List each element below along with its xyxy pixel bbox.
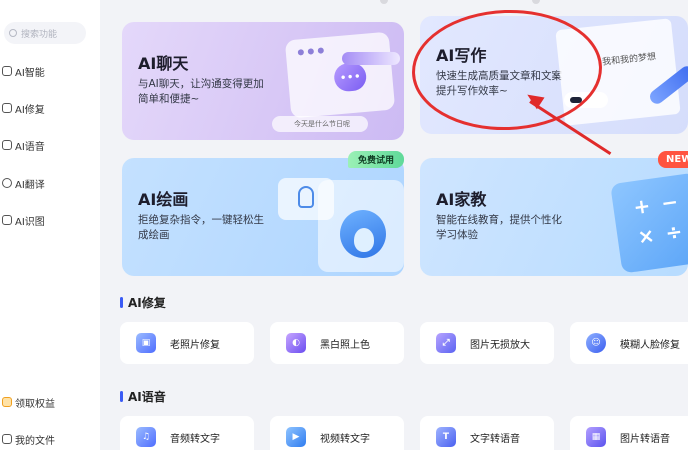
sidebar-item-ai-translate[interactable]: AI翻译 [0, 172, 96, 194]
tool-label: 图片转语音 [620, 433, 670, 445]
free-trial-badge: 免费试用 [348, 151, 404, 168]
section-title-text: AI语音 [128, 390, 166, 404]
card-desc-line2: 成绘画 [138, 229, 170, 241]
tool-video-to-text[interactable]: ▶ 视频转文字 [270, 416, 404, 450]
section-title-ai-repair: AI修复 [120, 294, 166, 311]
ai-repair-icon [2, 103, 12, 113]
face-restore-icon: ☺ [586, 333, 606, 353]
sidebar-item-label: AI智能 [15, 67, 45, 79]
sidebar-item-label: AI识图 [15, 216, 45, 228]
tool-label: 视频转文字 [320, 433, 370, 445]
tool-image-to-speech[interactable]: ▦ 图片转语音 [570, 416, 688, 450]
tool-colorize[interactable]: ◐ 黑白照上色 [270, 322, 404, 364]
chat-message-decoration [342, 52, 400, 65]
tool-text-to-speech[interactable]: T 文字转语音 [420, 416, 554, 450]
times-icon: × [636, 222, 657, 249]
drawing-illustration [318, 180, 404, 272]
window-control-icon[interactable] [532, 0, 540, 4]
ai-recognize-icon [2, 215, 12, 225]
ai-voice-icon [2, 140, 12, 150]
tool-label: 黑白照上色 [320, 339, 370, 351]
card-desc-line2: 简单和便捷~ [138, 93, 200, 105]
gift-icon [2, 397, 12, 407]
chat-illustration: ••• [284, 31, 396, 119]
sidebar-item-label: AI语音 [15, 141, 45, 153]
sidebar-item-ai-recognize[interactable]: AI识图 [0, 209, 96, 231]
ai-drawing-card[interactable]: AI绘画 拒绝复杂指令，一键轻松生 成绘画 [122, 158, 404, 276]
sidebar-item-my-files[interactable]: 我的文件 [0, 428, 96, 450]
portrait-head [340, 210, 386, 258]
card-title: AI家教 [436, 190, 487, 209]
sidebar-item-label: AI修复 [15, 104, 45, 116]
top-bar [100, 0, 688, 10]
card-desc-line1: 拒绝复杂指令，一键轻松生 [138, 214, 264, 226]
person-icon [298, 186, 314, 208]
sidebar-item-ai-repair[interactable]: AI修复 [0, 97, 96, 119]
video-to-text-icon: ▶ [286, 427, 306, 447]
dot-icon [317, 47, 325, 54]
minus-icon: − [659, 189, 680, 216]
card-desc-line2: 学习体验 [436, 229, 478, 241]
window-control-icon[interactable] [380, 0, 388, 4]
tool-upscale[interactable]: ⤢ 图片无损放大 [420, 322, 554, 364]
divide-icon: ÷ [663, 218, 684, 246]
tool-face-restore[interactable]: ☺ 模糊人脸修复 [570, 322, 688, 364]
card-desc-line1: 与AI聊天，让沟通变得更加 [138, 78, 264, 90]
search-box[interactable]: 搜索功能 [4, 22, 86, 44]
section-accent-bar [120, 297, 123, 308]
portrait-face [354, 228, 374, 252]
tool-label: 文字转语音 [470, 433, 520, 445]
tool-label: 老照片修复 [170, 339, 220, 351]
section-title-ai-voice: AI语音 [120, 388, 166, 405]
card-title: AI聊天 [138, 54, 189, 73]
text-to-speech-icon: T [436, 427, 456, 447]
tool-label: 模糊人脸修复 [620, 339, 680, 351]
math-board-illustration: + − × ÷ [610, 172, 688, 274]
section-accent-bar [120, 391, 123, 402]
tool-audio-to-text[interactable]: ♫ 音频转文字 [120, 416, 254, 450]
dot-icon [307, 48, 315, 55]
tool-label: 图片无损放大 [470, 339, 530, 351]
colorize-icon: ◐ [286, 333, 306, 353]
sidebar-item-label: 领取权益 [15, 398, 55, 410]
sidebar: 搜索功能 AI智能 AI修复 AI语音 AI翻译 AI识图 领取权益 我的文件 [0, 0, 100, 450]
upscale-icon: ⤢ [436, 333, 456, 353]
sidebar-item-ai-voice[interactable]: AI语音 [0, 134, 96, 156]
search-placeholder: 搜索功能 [21, 29, 58, 40]
dot-icon [297, 49, 305, 56]
sidebar-item-label: 我的文件 [15, 435, 55, 447]
search-icon [9, 29, 17, 37]
ai-translate-icon [2, 178, 12, 188]
folder-icon [2, 434, 12, 444]
plus-icon: + [631, 193, 652, 220]
sidebar-item-label: AI翻译 [15, 179, 45, 191]
new-badge: NEW [658, 151, 688, 168]
sidebar-item-claim-benefits[interactable]: 领取权益 [0, 391, 96, 413]
section-title-text: AI修复 [128, 296, 166, 310]
sidebar-item-ai-smart[interactable]: AI智能 [0, 60, 96, 82]
photo-restore-icon: ▣ [136, 333, 156, 353]
chat-bubble-icon: ••• [333, 61, 368, 93]
ai-tutor-card[interactable]: AI家教 智能在线教育，提供个性化 学习体验 + − × ÷ [420, 158, 688, 276]
ai-chat-card[interactable]: AI聊天 与AI聊天，让沟通变得更加 简单和便捷~ ••• 今天是什么节日呢 [122, 22, 404, 140]
card-desc-line1: 智能在线教育，提供个性化 [436, 214, 562, 226]
tool-label: 音频转文字 [170, 433, 220, 445]
ai-smart-icon [2, 66, 12, 76]
audio-to-text-icon: ♫ [136, 427, 156, 447]
tool-old-photo-restore[interactable]: ▣ 老照片修复 [120, 322, 254, 364]
chat-prompt-pill: 今天是什么节日呢 [272, 116, 368, 132]
image-to-speech-icon: ▦ [586, 427, 606, 447]
card-title: AI绘画 [138, 190, 189, 209]
